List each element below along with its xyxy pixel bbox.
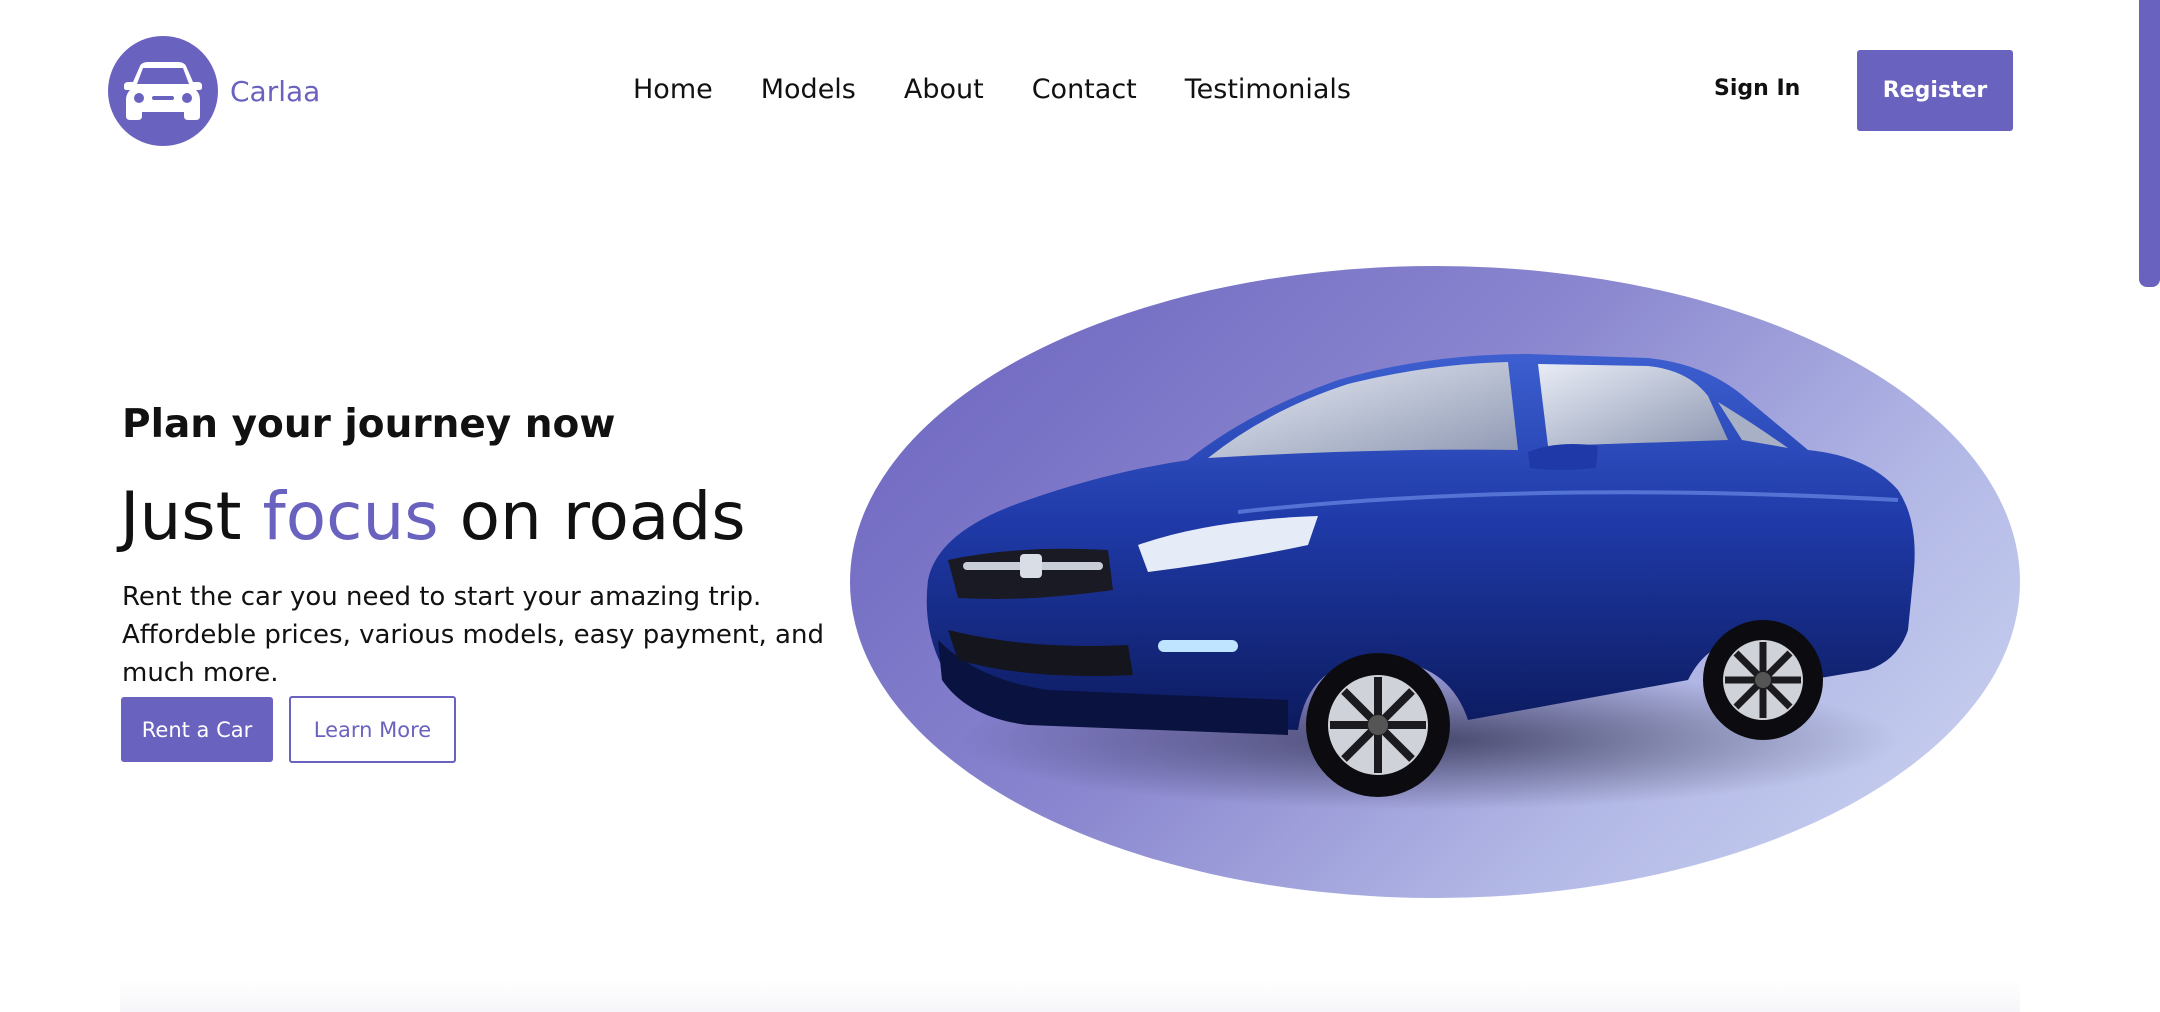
sign-in-link[interactable]: Sign In (1714, 76, 1800, 101)
nav-testimonials[interactable]: Testimonials (1185, 74, 1351, 105)
rent-a-car-button[interactable]: Rent a Car (121, 697, 273, 762)
scrollbar-thumb[interactable] (2139, 0, 2160, 287)
nav-contact[interactable]: Contact (1032, 74, 1137, 105)
hero-car-image (926, 354, 1915, 810)
main-nav: Home Models About Contact Testimonials (633, 74, 1351, 105)
logo-badge (108, 36, 218, 146)
hero-title-prefix: Just (120, 478, 263, 555)
learn-more-button[interactable]: Learn More (289, 696, 456, 763)
brand-name: Carlaa (230, 74, 321, 108)
register-button[interactable]: Register (1857, 50, 2013, 131)
hero-title-accent: focus (262, 478, 439, 555)
landing-page: Carlaa Home Models About Contact Testimo… (0, 0, 2160, 1012)
hero-description: Rent the car you need to start your amaz… (122, 582, 824, 688)
next-section-edge (120, 980, 2020, 1012)
car-icon (124, 62, 202, 120)
hero-title-suffix: on roads (438, 478, 746, 555)
nav-home[interactable]: Home (633, 74, 713, 105)
nav-about[interactable]: About (904, 74, 984, 105)
nav-models[interactable]: Models (761, 74, 856, 105)
brand-logo[interactable]: Carlaa (108, 36, 320, 146)
hero-title: Just focus on roads (120, 478, 746, 555)
hero-subtitle: Plan your journey now (122, 402, 616, 447)
